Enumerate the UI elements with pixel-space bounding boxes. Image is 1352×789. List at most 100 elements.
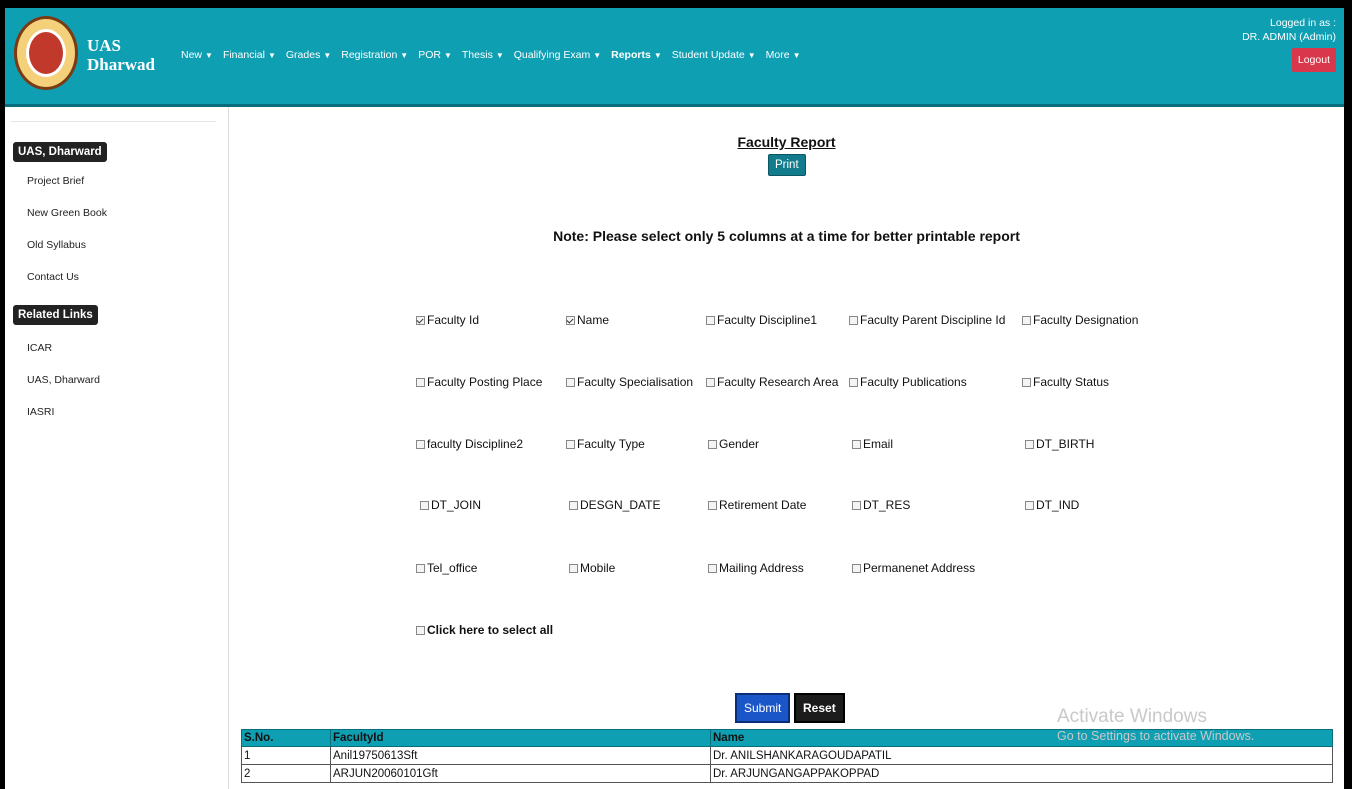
checkbox-faculty-status[interactable]: Faculty Status [1022,375,1109,389]
checkbox-box[interactable] [566,439,575,449]
cell-facultyid: Anil19750613Sft [330,746,711,765]
checkbox-box[interactable] [706,315,715,325]
checkbox-dt-join[interactable]: DT_JOIN [420,498,481,512]
checkbox-box[interactable] [706,377,715,387]
checkbox-box[interactable] [1022,315,1031,325]
university-logo-icon[interactable] [14,16,78,90]
sidebar: UAS, Dharward Project Brief New Green Bo… [5,107,229,789]
checkbox-faculty-publications[interactable]: Faculty Publications [849,375,967,389]
header-bar: UAS Dharwad New ▼ Financial ▼ Grades ▼ Regi… [5,8,1344,107]
note-text: Note: Please select only 5 columns at a … [553,228,1020,244]
checkbox-box[interactable] [1025,439,1034,449]
caret-down-icon: ▼ [792,51,801,60]
checkbox-box[interactable] [416,439,425,449]
sidebar-link-old-syllabus[interactable]: Old Syllabus [27,239,86,251]
checkbox-box[interactable] [420,500,429,510]
checkbox-box[interactable] [708,439,717,449]
checkbox-dt-res[interactable]: DT_RES [852,498,910,512]
caret-down-icon: ▼ [400,51,409,60]
checkbox-permanent-address[interactable]: Permanenet Address [852,561,975,575]
nav-more[interactable]: More ▼ [766,49,801,61]
checkbox-faculty-discipline1[interactable]: Faculty Discipline1 [706,313,817,327]
checkbox-select-all[interactable]: Click here to select all [416,623,553,637]
logo-emblem [26,29,66,77]
checkbox-tel-office[interactable]: Tel_office [416,561,477,575]
page-title: Faculty Report [737,134,836,150]
checkbox-faculty-id[interactable]: Faculty Id [416,313,479,327]
checkbox-mailing-address[interactable]: Mailing Address [708,561,804,575]
caret-down-icon: ▼ [443,51,452,60]
checkbox-box[interactable] [416,377,425,387]
nav-new[interactable]: New ▼ [181,49,213,61]
checkbox-desgn-date[interactable]: DESGN_DATE [569,498,660,512]
nav-reports[interactable]: Reports ▼ [611,49,662,61]
submit-button[interactable]: Submit [735,693,791,723]
table-row: 2 ARJUN20060101Gft Dr. ARJUNGANGAPPAKOPP… [241,764,1333,783]
sidebar-heading-related-links: Related Links [13,305,98,325]
checkbox-faculty-discipline2[interactable]: faculty Discipline2 [416,437,523,451]
checkbox-box[interactable] [416,563,425,573]
checkbox-box[interactable] [852,439,861,449]
nav-qualifying-exam[interactable]: Qualifying Exam ▼ [514,49,601,61]
checkbox-box[interactable] [566,377,575,387]
checkbox-gender[interactable]: Gender [708,437,759,451]
nav-grades[interactable]: Grades ▼ [286,49,331,61]
sidebar-link-contact-us[interactable]: Contact Us [27,271,79,283]
nav-registration[interactable]: Registration ▼ [341,49,408,61]
checkbox-faculty-type[interactable]: Faculty Type [566,437,645,451]
brand-name[interactable]: UAS Dharwad [87,36,155,74]
table-row: 1 Anil19750613Sft Dr. ANILSHANKARAGOUDAP… [241,746,1333,765]
checkbox-box[interactable] [566,315,575,325]
cell-sno: 2 [241,764,331,783]
cell-name: Dr. ANILSHANKARAGOUDAPATIL [710,746,1333,765]
checkbox-retirement-date[interactable]: Retirement Date [708,498,806,512]
checkbox-dt-birth[interactable]: DT_BIRTH [1025,437,1094,451]
cell-sno: 1 [241,746,331,765]
checkbox-box[interactable] [416,315,425,325]
checkbox-box[interactable] [569,500,578,510]
caret-down-icon: ▼ [593,51,602,60]
checkbox-box[interactable] [852,500,861,510]
checkbox-box[interactable] [849,315,858,325]
sidebar-link-new-green-book[interactable]: New Green Book [27,207,107,219]
nav-por[interactable]: POR ▼ [418,49,452,61]
checkbox-faculty-specialisation[interactable]: Faculty Specialisation [566,375,693,389]
checkbox-faculty-research-area[interactable]: Faculty Research Area [706,375,838,389]
activate-windows-watermark: Activate Windows Go to Settings to activ… [1057,705,1254,743]
checkbox-box[interactable] [852,563,861,573]
checkbox-name[interactable]: Name [566,313,609,327]
nav-student-update[interactable]: Student Update ▼ [672,49,756,61]
sidebar-link-icar[interactable]: ICAR [27,342,52,354]
checkbox-faculty-posting-place[interactable]: Faculty Posting Place [416,375,542,389]
checkbox-box[interactable] [849,377,858,387]
nav-financial[interactable]: Financial ▼ [223,49,276,61]
caret-down-icon: ▼ [653,51,662,60]
checkbox-dt-ind[interactable]: DT_IND [1025,498,1079,512]
column-header-sno: S.No. [241,729,331,747]
nav-thesis[interactable]: Thesis ▼ [462,49,504,61]
checkbox-box[interactable] [1022,377,1031,387]
reset-button[interactable]: Reset [794,693,845,723]
checkbox-box[interactable] [416,625,425,635]
caret-down-icon: ▼ [205,51,213,60]
watermark-title: Activate Windows [1057,706,1207,727]
current-user: DR. ADMIN (Admin) [1242,31,1336,43]
caret-down-icon: ▼ [323,51,332,60]
print-button[interactable]: Print [768,154,806,176]
checkbox-box[interactable] [708,500,717,510]
brand-line2: Dharwad [87,55,156,74]
checkbox-faculty-parent-discipline-id[interactable]: Faculty Parent Discipline Id [849,313,1005,327]
checkbox-box[interactable] [569,563,578,573]
sidebar-link-uas-dharward[interactable]: UAS, Dharward [27,374,100,386]
checkbox-email[interactable]: Email [852,437,893,451]
checkbox-box[interactable] [1025,500,1034,510]
checkbox-faculty-designation[interactable]: Faculty Designation [1022,313,1138,327]
sidebar-link-iasri[interactable]: IASRI [27,406,54,418]
checkbox-box[interactable] [708,563,717,573]
checkbox-mobile[interactable]: Mobile [569,561,615,575]
watermark-subtitle: Go to Settings to activate Windows. [1057,729,1255,743]
logout-button[interactable]: Logout [1291,48,1336,72]
sidebar-link-project-brief[interactable]: Project Brief [27,175,84,187]
column-header-facultyid: FacultyId [330,729,711,747]
sidebar-heading-uas: UAS, Dharward [13,142,107,162]
